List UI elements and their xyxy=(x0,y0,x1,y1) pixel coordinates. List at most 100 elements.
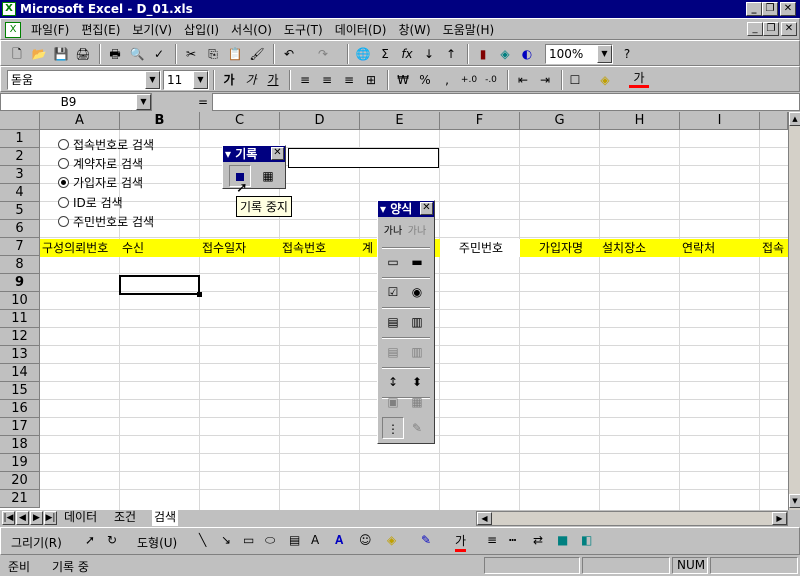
column-header-h[interactable]: H xyxy=(600,112,680,130)
radio-button[interactable] xyxy=(58,215,69,227)
column-header-f[interactable]: F xyxy=(440,112,520,130)
function-icon[interactable]: fx xyxy=(397,44,417,64)
combo-dropdown-edit-icon[interactable]: ▥ xyxy=(406,341,428,363)
align-center-icon[interactable]: ≡ xyxy=(317,70,337,90)
format-painter-icon[interactable]: 🖌 xyxy=(247,44,267,64)
font-color-button[interactable]: 가 xyxy=(455,532,467,552)
draw-menu[interactable]: 그리기(R) xyxy=(11,534,62,551)
workbook-icon[interactable]: X xyxy=(5,22,21,38)
row-header[interactable]: 9 xyxy=(0,274,40,292)
zoom-combo[interactable]: 100% ▼ xyxy=(545,44,613,64)
restore-button[interactable]: ❐ xyxy=(762,2,778,16)
header-cell-h[interactable]: 설치장소 xyxy=(600,239,680,257)
prev-sheet-icon[interactable]: ◀ xyxy=(16,511,29,525)
header-cell-j[interactable]: 접속 xyxy=(760,239,788,257)
select-all-corner[interactable] xyxy=(0,112,40,130)
print-icon[interactable]: 🖶 xyxy=(105,44,125,64)
sort-descending-icon[interactable]: ↑ xyxy=(441,44,461,64)
sheet-tab-search[interactable]: 검색 xyxy=(152,510,179,526)
dash-style-icon[interactable]: ┅ xyxy=(509,533,516,547)
line-color-icon[interactable]: ✎ xyxy=(421,533,431,547)
formula-input[interactable] xyxy=(212,93,800,111)
horizontal-scrollbar[interactable]: ◀ ▶ xyxy=(476,511,788,526)
3d-icon[interactable]: ◧ xyxy=(581,533,592,547)
help-icon[interactable]: ? xyxy=(617,44,637,64)
control-properties-icon[interactable]: ▣ xyxy=(382,391,404,413)
radio-button[interactable] xyxy=(58,196,69,208)
chevron-down-icon[interactable]: ▼ xyxy=(145,71,160,89)
button-icon[interactable]: ▬ xyxy=(406,251,428,273)
close-icon[interactable]: ✕ xyxy=(271,147,284,160)
row-header[interactable]: 21 xyxy=(0,490,40,508)
row-header[interactable]: 3 xyxy=(0,166,40,184)
doc-close-button[interactable]: ✕ xyxy=(781,22,797,36)
column-header-g[interactable]: G xyxy=(520,112,600,130)
radio-button-selected[interactable] xyxy=(58,176,69,188)
hyperlink-icon[interactable]: 🌐 xyxy=(353,44,373,64)
column-header-i[interactable]: I xyxy=(680,112,760,130)
record-toolbar-title[interactable]: ▾ 기록 ✕ xyxy=(223,146,285,162)
radio-option-id[interactable]: ID로 검색 xyxy=(58,193,123,211)
wordart-gallery-icon[interactable]: 𝐀 xyxy=(335,533,343,548)
header-cell-b[interactable]: 수신 xyxy=(120,239,200,257)
column-header-j[interactable] xyxy=(760,112,788,130)
increase-indent-icon[interactable]: ⇥ xyxy=(535,70,555,90)
comma-button[interactable]: , xyxy=(437,70,457,90)
run-dialog-icon[interactable]: ✎ xyxy=(406,417,428,439)
row-header[interactable]: 7 xyxy=(0,238,40,256)
increase-decimal-icon[interactable]: +.0 xyxy=(459,70,479,90)
wordart-icon[interactable]: A xyxy=(311,533,319,547)
group-box-button[interactable]: 가나 xyxy=(406,221,428,243)
row-header[interactable]: 19 xyxy=(0,454,40,472)
row-header[interactable]: 4 xyxy=(0,184,40,202)
font-combo[interactable]: 돋움 ▼ xyxy=(7,70,161,90)
label-button[interactable]: 가나 xyxy=(382,221,404,243)
column-header-a[interactable]: A xyxy=(40,112,120,130)
row-header[interactable]: 14 xyxy=(0,364,40,382)
first-sheet-icon[interactable]: |◀ xyxy=(2,511,15,525)
row-header[interactable]: 11 xyxy=(0,310,40,328)
vertical-scrollbar[interactable]: ▲ ▼ xyxy=(788,112,800,510)
arrow-style-icon[interactable]: ⇄ xyxy=(533,533,543,547)
row-header[interactable]: 15 xyxy=(0,382,40,400)
row-header[interactable]: 2 xyxy=(0,148,40,166)
chart-wizard-icon[interactable]: ▮ xyxy=(473,44,493,64)
column-header-e[interactable]: E xyxy=(360,112,440,130)
spinner-icon[interactable]: ⬍ xyxy=(406,371,428,393)
rectangle-icon[interactable]: ▭ xyxy=(243,533,254,547)
close-button[interactable]: ✕ xyxy=(780,2,796,16)
redo-icon[interactable]: ↷ xyxy=(313,44,333,64)
combo-box-icon[interactable]: ▥ xyxy=(406,311,428,333)
font-size-combo[interactable]: 11 ▼ xyxy=(163,70,209,90)
radio-button[interactable] xyxy=(58,157,69,169)
print-preview-icon[interactable]: 🖨 xyxy=(73,44,93,64)
header-cell-i[interactable]: 연락처 xyxy=(680,239,760,257)
menu-help[interactable]: 도움말(H) xyxy=(437,22,501,38)
scroll-right-icon[interactable]: ▶ xyxy=(772,512,787,525)
free-rotate-icon[interactable]: ↻ xyxy=(107,533,117,547)
option-button-icon[interactable]: ◉ xyxy=(406,281,428,303)
menu-window[interactable]: 창(W) xyxy=(392,22,436,38)
spelling-icon[interactable]: ✓ xyxy=(149,44,169,64)
scroll-bar-icon[interactable]: ↕ xyxy=(382,371,404,393)
menu-tools[interactable]: 도구(T) xyxy=(278,22,329,38)
open-icon[interactable]: 📂 xyxy=(29,44,49,64)
excel-app-icon[interactable]: X xyxy=(2,2,16,16)
sheet-tab-condition[interactable]: 조건 xyxy=(112,510,138,526)
chevron-down-icon[interactable]: ▼ xyxy=(193,71,208,89)
drawing-icon[interactable]: ◐ xyxy=(517,44,537,64)
scroll-down-icon[interactable]: ▼ xyxy=(789,494,800,508)
row-header[interactable]: 20 xyxy=(0,472,40,490)
column-header-b[interactable]: B xyxy=(120,112,200,130)
row-header[interactable]: 18 xyxy=(0,436,40,454)
toggle-grid-icon[interactable]: ⋮ xyxy=(382,417,404,439)
name-box[interactable]: B9 ▼ xyxy=(0,93,152,111)
row-header[interactable]: 1 xyxy=(0,130,40,148)
row-header[interactable]: 17 xyxy=(0,418,40,436)
relative-reference-icon[interactable]: ▦ xyxy=(257,165,279,187)
cut-icon[interactable]: ✂ xyxy=(181,44,201,64)
select-objects-icon[interactable]: ➚ xyxy=(85,533,95,547)
header-cell-d[interactable]: 접속번호 xyxy=(280,239,360,257)
combo-list-edit-icon[interactable]: ▤ xyxy=(382,341,404,363)
undo-icon[interactable]: ↶ xyxy=(279,44,299,64)
